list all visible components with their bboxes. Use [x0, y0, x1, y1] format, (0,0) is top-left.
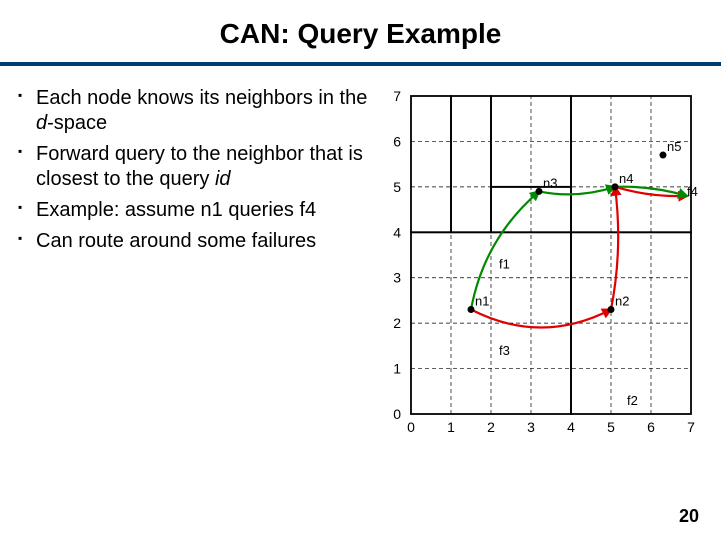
y-tick-label: 2: [393, 315, 401, 331]
y-tick-label: 4: [393, 224, 401, 240]
x-tick-label: 0: [407, 419, 415, 435]
bullet-text: Example: assume n1 queries f4: [36, 199, 316, 221]
y-tick-label: 3: [393, 270, 401, 286]
bullet-text: Each node knows its neighbors in the: [36, 87, 367, 109]
node-dot: [612, 183, 619, 190]
route-arrow: [611, 187, 618, 310]
node-dot: [468, 306, 475, 313]
route-arrow: [471, 310, 611, 328]
x-tick-label: 4: [567, 419, 575, 435]
bullet-em: d: [36, 112, 47, 134]
bullet-item: Each node knows its neighbors in the d-s…: [18, 86, 373, 136]
x-tick-label: 5: [607, 419, 615, 435]
x-tick-label: 2: [487, 419, 495, 435]
zone-rect: [571, 96, 691, 232]
page-number: 20: [679, 506, 699, 527]
y-tick-label: 1: [393, 361, 401, 377]
file-label: f3: [499, 343, 510, 358]
x-tick-label: 6: [647, 419, 655, 435]
bullet-text: Forward query to the neighbor that is cl…: [36, 143, 363, 190]
bullet-list: Each node knows its neighbors in the d-s…: [18, 86, 373, 446]
bullet-text: Can route around some failures: [36, 230, 316, 252]
y-tick-label: 0: [393, 406, 401, 422]
slide-title: CAN: Query Example: [0, 0, 721, 50]
bullet-em: id: [215, 168, 231, 190]
zone-rect: [451, 96, 491, 232]
bullet-item: Example: assume n1 queries f4: [18, 198, 373, 223]
node-label: n2: [615, 294, 629, 309]
y-tick-label: 7: [393, 88, 401, 104]
node-dot: [608, 306, 615, 313]
node-dot: [536, 188, 543, 195]
x-tick-label: 1: [447, 419, 455, 435]
file-label: f1: [499, 257, 510, 272]
node-label: n5: [667, 139, 681, 154]
bullet-item: Forward query to the neighbor that is cl…: [18, 142, 373, 192]
diagram-svg: n1 n2 n3 n4 n5 f1 f2 f3 f4 0 1 2 3 4 5 6 7 0 1 2 3 4 5 6 7: [383, 86, 703, 446]
y-tick-label: 5: [393, 179, 401, 195]
file-label: f2: [627, 393, 638, 408]
zone-rect: [411, 96, 451, 232]
file-label: f4: [687, 184, 698, 199]
node-label: n1: [475, 294, 489, 309]
x-tick-label: 3: [527, 419, 535, 435]
node-label: n3: [543, 175, 557, 190]
bullet-text: -space: [47, 112, 107, 134]
node-label: n4: [619, 171, 633, 186]
bullet-item: Can route around some failures: [18, 229, 373, 254]
x-tick-label: 7: [687, 419, 695, 435]
route-arrow: [471, 191, 539, 309]
can-diagram: n1 n2 n3 n4 n5 f1 f2 f3 f4 0 1 2 3 4 5 6 7 0 1 2 3 4 5 6 7: [383, 86, 703, 446]
node-dot: [660, 152, 667, 159]
y-tick-label: 6: [393, 133, 401, 149]
